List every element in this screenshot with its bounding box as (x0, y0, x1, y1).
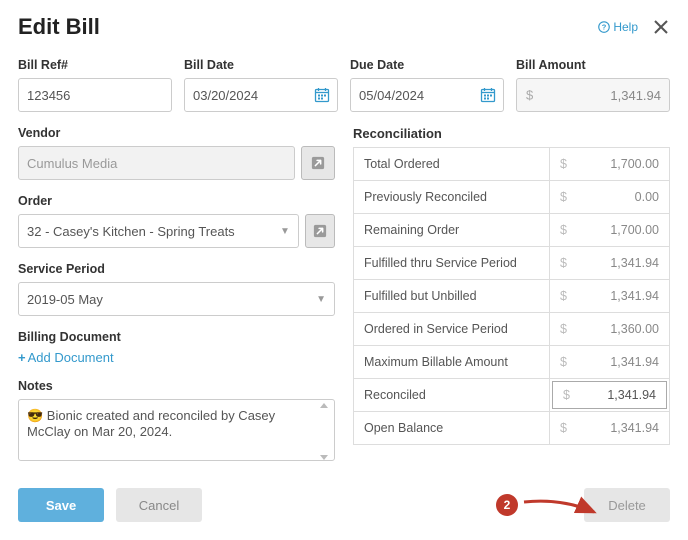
recon-value: $1,341.94 (550, 280, 670, 313)
bill-ref-label: Bill Ref# (18, 58, 172, 72)
close-button[interactable] (652, 18, 670, 36)
table-row: Fulfilled but Unbilled$1,341.94 (354, 280, 670, 313)
cancel-button[interactable]: Cancel (116, 488, 202, 522)
recon-value: $1,360.00 (550, 313, 670, 346)
order-label: Order (18, 194, 335, 208)
order-selected: 32 - Casey's Kitchen - Spring Treats (27, 224, 235, 239)
add-document-link[interactable]: +Add Document (18, 350, 114, 365)
vendor-label: Vendor (18, 126, 335, 140)
table-row: Previously Reconciled$0.00 (354, 181, 670, 214)
table-row: Ordered in Service Period$1,360.00 (354, 313, 670, 346)
recon-name: Reconciled (354, 379, 550, 412)
currency-symbol: $ (560, 190, 567, 204)
recon-name: Fulfilled thru Service Period (354, 247, 550, 280)
recon-value: $1,341.94 (550, 412, 670, 445)
notes-label: Notes (18, 379, 335, 393)
annotation-badge: 2 (496, 494, 518, 516)
reconciliation-table: Total Ordered$1,700.00Previously Reconci… (353, 147, 670, 445)
table-row: Reconciled$1,341.94 (354, 379, 670, 412)
currency-symbol: $ (560, 355, 567, 369)
scroll-down-icon (320, 455, 328, 460)
help-link[interactable]: ? Help (598, 20, 638, 34)
vendor-open-button[interactable] (301, 146, 335, 180)
recon-name: Remaining Order (354, 214, 550, 247)
due-date-label: Due Date (350, 58, 504, 72)
external-link-icon (313, 224, 327, 238)
currency-symbol: $ (560, 256, 567, 270)
service-period-selected: 2019-05 May (27, 292, 103, 307)
recon-name: Fulfilled but Unbilled (354, 280, 550, 313)
bill-amount-input[interactable] (516, 78, 670, 112)
svg-text:?: ? (602, 23, 607, 32)
service-period-select[interactable]: 2019-05 May ▼ (18, 282, 335, 316)
reconciliation-title: Reconciliation (353, 126, 670, 141)
recon-name: Total Ordered (354, 148, 550, 181)
help-label: Help (613, 20, 638, 34)
recon-amount: 1,360.00 (610, 322, 659, 336)
bill-date-label: Bill Date (184, 58, 338, 72)
recon-value: $1,700.00 (550, 214, 670, 247)
plus-icon: + (18, 350, 26, 365)
currency-symbol: $ (560, 421, 567, 435)
billing-doc-label: Billing Document (18, 330, 335, 344)
save-button[interactable]: Save (18, 488, 104, 522)
recon-amount: 1,700.00 (610, 223, 659, 237)
add-document-label: Add Document (28, 350, 114, 365)
service-period-label: Service Period (18, 262, 335, 276)
external-link-icon (311, 156, 325, 170)
annotation-arrow (522, 496, 602, 529)
calendar-icon[interactable] (480, 87, 496, 103)
recon-value: $0.00 (550, 181, 670, 214)
recon-value: $1,700.00 (550, 148, 670, 181)
table-row: Open Balance$1,341.94 (354, 412, 670, 445)
calendar-icon[interactable] (314, 87, 330, 103)
recon-amount: 1,700.00 (610, 157, 659, 171)
notes-scrollbar[interactable] (317, 403, 331, 460)
recon-amount: 1,341.94 (610, 256, 659, 270)
recon-amount: 0.00 (635, 190, 659, 204)
currency-symbol: $ (526, 88, 533, 103)
table-row: Maximum Billable Amount$1,341.94 (354, 346, 670, 379)
help-icon: ? (598, 21, 610, 33)
bill-ref-input[interactable] (18, 78, 172, 112)
recon-value: $1,341.94 (550, 346, 670, 379)
table-row: Remaining Order$1,700.00 (354, 214, 670, 247)
notes-textarea[interactable] (18, 399, 335, 461)
recon-name: Previously Reconciled (354, 181, 550, 214)
close-icon (652, 18, 670, 36)
recon-name: Maximum Billable Amount (354, 346, 550, 379)
recon-value[interactable]: $1,341.94 (550, 379, 670, 412)
recon-value: $1,341.94 (550, 247, 670, 280)
currency-symbol: $ (560, 223, 567, 237)
currency-symbol: $ (560, 289, 567, 303)
table-row: Fulfilled thru Service Period$1,341.94 (354, 247, 670, 280)
currency-symbol: $ (560, 322, 567, 336)
currency-symbol: $ (560, 157, 567, 171)
chevron-down-icon: ▼ (316, 294, 326, 305)
chevron-down-icon: ▼ (280, 226, 290, 237)
bill-amount-label: Bill Amount (516, 58, 670, 72)
order-select[interactable]: 32 - Casey's Kitchen - Spring Treats ▼ (18, 214, 299, 248)
order-open-button[interactable] (305, 214, 335, 248)
vendor-input (18, 146, 295, 180)
recon-name: Ordered in Service Period (354, 313, 550, 346)
recon-amount: 1,341.94 (610, 289, 659, 303)
recon-amount: 1,341.94 (610, 421, 659, 435)
table-row: Total Ordered$1,700.00 (354, 148, 670, 181)
recon-amount: 1,341.94 (607, 388, 656, 402)
recon-name: Open Balance (354, 412, 550, 445)
currency-symbol: $ (563, 388, 570, 402)
scroll-up-icon (320, 403, 328, 408)
page-title: Edit Bill (18, 14, 598, 40)
recon-amount: 1,341.94 (610, 355, 659, 369)
